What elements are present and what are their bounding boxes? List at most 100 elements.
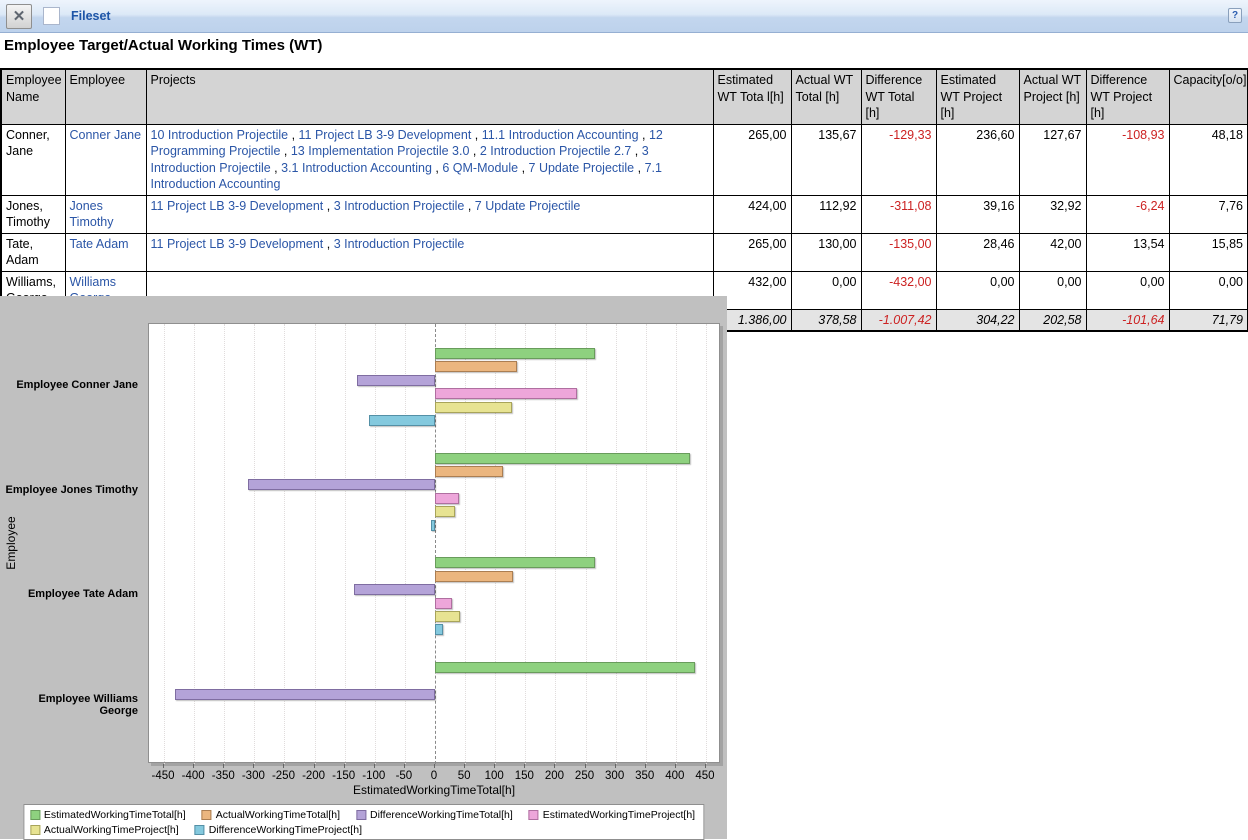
column-header: Capacity[o/o]: [1169, 69, 1248, 124]
column-header: Difference WT Total [h]: [861, 69, 936, 124]
value-cell: -129,33: [861, 124, 936, 195]
projects-cell: 10 Introduction Projectile , 11 Project …: [146, 124, 713, 195]
table-header-row: Employee NameEmployeeProjectsEstimated W…: [1, 69, 1248, 124]
value-cell: 424,00: [713, 195, 791, 233]
category-label: Employee Jones Timothy: [0, 484, 138, 496]
total-value-cell: 378,58: [791, 309, 861, 331]
chart-bar: [435, 506, 455, 517]
projects-cell: 11 Project LB 3-9 Development , 3 Introd…: [146, 195, 713, 233]
value-cell: 130,00: [791, 233, 861, 271]
project-link[interactable]: 3 Introduction Projectile: [334, 237, 465, 251]
project-link[interactable]: 7 Update Projectile: [529, 161, 635, 175]
chart-bar: [435, 361, 517, 372]
axis-tick: [314, 764, 315, 768]
axis-tick: [434, 764, 435, 768]
project-link[interactable]: 11.1 Introduction Accounting: [482, 128, 639, 142]
chart-bar: [435, 453, 690, 464]
project-link[interactable]: 11 Project LB 3-9 Development: [299, 128, 472, 142]
project-separator: ,: [464, 199, 474, 213]
value-cell: 15,85: [1169, 233, 1248, 271]
chart-bar: [431, 520, 435, 531]
value-cell: 0,00: [1019, 271, 1086, 309]
project-link[interactable]: 3 Introduction Projectile: [334, 199, 465, 213]
projects-cell: 11 Project LB 3-9 Development , 3 Introd…: [146, 233, 713, 271]
value-cell: 236,60: [936, 124, 1019, 195]
table-row: Jones, TimothyJones Timothy 11 Project LB…: [1, 195, 1248, 233]
chart-panel: Employee EstimatedWorkingTimeTotal[h] Es…: [0, 296, 727, 839]
grid-line: [164, 324, 165, 764]
column-header: Employee Name: [1, 69, 65, 124]
employee-link[interactable]: Tate Adam: [70, 237, 129, 251]
project-link[interactable]: 13 Implementation Projectile 3.0: [291, 144, 470, 158]
chart-bar: [357, 375, 435, 386]
legend-item: DifferenceWorkingTimeProject[h]: [195, 824, 362, 836]
value-cell: 135,67: [791, 124, 861, 195]
employee-link-cell: Jones Timothy: [65, 195, 146, 233]
project-separator: ,: [469, 144, 479, 158]
axis-tick: [223, 764, 224, 768]
project-separator: ,: [518, 161, 528, 175]
project-separator: ,: [432, 161, 442, 175]
employee-link[interactable]: Conner Jane: [70, 128, 142, 142]
employee-name-cell: Jones, Timothy: [1, 195, 65, 233]
axis-tick: [675, 764, 676, 768]
employee-link-cell: Tate Adam: [65, 233, 146, 271]
legend-swatch: [202, 810, 212, 820]
column-header: Employee: [65, 69, 146, 124]
value-cell: 0,00: [1169, 271, 1248, 309]
value-cell: 265,00: [713, 124, 791, 195]
value-cell: 39,16: [936, 195, 1019, 233]
project-link[interactable]: 7 Update Projectile: [475, 199, 581, 213]
axis-tick: [705, 764, 706, 768]
axis-tick: [404, 764, 405, 768]
employee-name-cell: Conner, Jane: [1, 124, 65, 195]
axis-tick: [615, 764, 616, 768]
legend-row: ActualWorkingTimeProject[h] DifferenceWor…: [30, 822, 697, 837]
help-button[interactable]: ?: [1228, 8, 1242, 23]
chart-bar: [435, 624, 443, 635]
legend-label: ActualWorkingTimeTotal[h]: [216, 809, 340, 821]
category-label: Employee Conner Jane: [0, 379, 138, 391]
fileset-checkbox[interactable]: [43, 7, 60, 25]
legend-swatch: [30, 810, 40, 820]
axis-tick: [344, 764, 345, 768]
chart-bar: [435, 348, 595, 359]
legend-item: EstimatedWorkingTimeTotal[h]: [30, 809, 186, 821]
axis-tick: [645, 764, 646, 768]
value-cell: -432,00: [861, 271, 936, 309]
project-separator: ,: [634, 161, 644, 175]
titlebar-title: Fileset: [71, 9, 111, 23]
value-cell: 0,00: [1086, 271, 1169, 309]
value-cell: -135,00: [861, 233, 936, 271]
value-cell: -311,08: [861, 195, 936, 233]
employee-link[interactable]: Jones Timothy: [70, 199, 114, 230]
window-titlebar: ✕ Fileset ?: [0, 0, 1248, 33]
project-link[interactable]: 10 Introduction Projectile: [151, 128, 289, 142]
chart-bar: [435, 571, 513, 582]
legend-item: ActualWorkingTimeTotal[h]: [202, 809, 340, 821]
total-value-cell: -101,64: [1086, 309, 1169, 331]
project-link[interactable]: 2 Introduction Projectile 2.7: [480, 144, 631, 158]
value-cell: 13,54: [1086, 233, 1169, 271]
project-link[interactable]: 11 Project LB 3-9 Development: [151, 199, 324, 213]
legend-label: ActualWorkingTimeProject[h]: [44, 824, 179, 836]
chart-x-axis-label: EstimatedWorkingTimeTotal[h]: [148, 783, 720, 797]
axis-tick: [163, 764, 164, 768]
axis-tick: [494, 764, 495, 768]
grid-line: [676, 324, 677, 764]
axis-tick: [554, 764, 555, 768]
value-cell: -6,24: [1086, 195, 1169, 233]
legend-swatch: [30, 825, 40, 835]
value-cell: 0,00: [791, 271, 861, 309]
chart-bar: [435, 557, 595, 568]
legend-label: EstimatedWorkingTimeTotal[h]: [44, 809, 186, 821]
project-link[interactable]: 6 QM-Module: [442, 161, 518, 175]
close-button[interactable]: ✕: [6, 4, 32, 29]
axis-tick: [283, 764, 284, 768]
close-icon: ✕: [13, 9, 26, 24]
total-value-cell: 71,79: [1169, 309, 1248, 331]
project-link[interactable]: 11 Project LB 3-9 Development: [151, 237, 324, 251]
project-link[interactable]: 3.1 Introduction Accounting: [281, 161, 432, 175]
total-value-cell: 304,22: [936, 309, 1019, 331]
project-separator: ,: [288, 128, 298, 142]
